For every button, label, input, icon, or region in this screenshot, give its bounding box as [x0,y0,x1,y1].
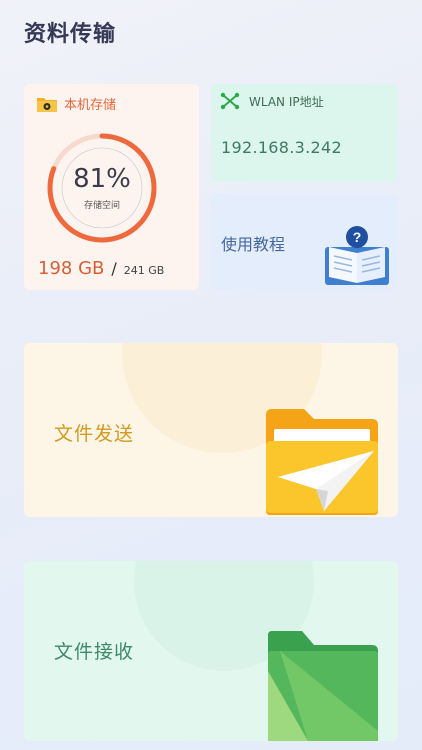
file-send-label: 文件发送 [54,423,135,445]
tutorial-label: 使用教程 [221,235,286,254]
storage-values: 198 GB / 241 GB [38,258,164,279]
storage-percent: 81% [73,164,131,194]
storage-separator: / [111,259,117,278]
storage-total: 241 GB [123,264,165,277]
wlan-card[interactable]: WLAN IP地址 192.168.3.242 [211,84,398,182]
page-title: 资料传输 [24,22,117,47]
file-send-card[interactable]: 文件发送 [24,343,398,517]
tutorial-card[interactable]: 使用教程 ? [211,193,398,290]
svg-text:?: ? [353,229,362,245]
storage-usage-ring: 81% 存储空间 [46,132,158,244]
wlan-header: WLAN IP地址 [219,92,324,110]
file-receive-card[interactable]: 文件接收 [24,561,398,741]
storage-title: 本机存储 [64,98,117,113]
storage-sub-label: 存储空间 [83,201,120,211]
wlan-ip-address: 192.168.3.242 [221,138,342,157]
file-receive-label: 文件接收 [54,641,135,663]
folder-icon [37,97,57,112]
storage-used: 198 GB [38,258,105,279]
folder-paper-plane-icon [266,409,378,515]
book-help-icon: ? [325,226,389,285]
green-folder-icon [268,631,378,741]
storage-card[interactable]: 本机存储 81% 存储空间 198 GB / 241 GB [24,84,199,290]
wlan-title: WLAN IP地址 [249,94,324,109]
storage-header: 本机存储 [36,94,116,113]
network-icon [220,92,240,110]
